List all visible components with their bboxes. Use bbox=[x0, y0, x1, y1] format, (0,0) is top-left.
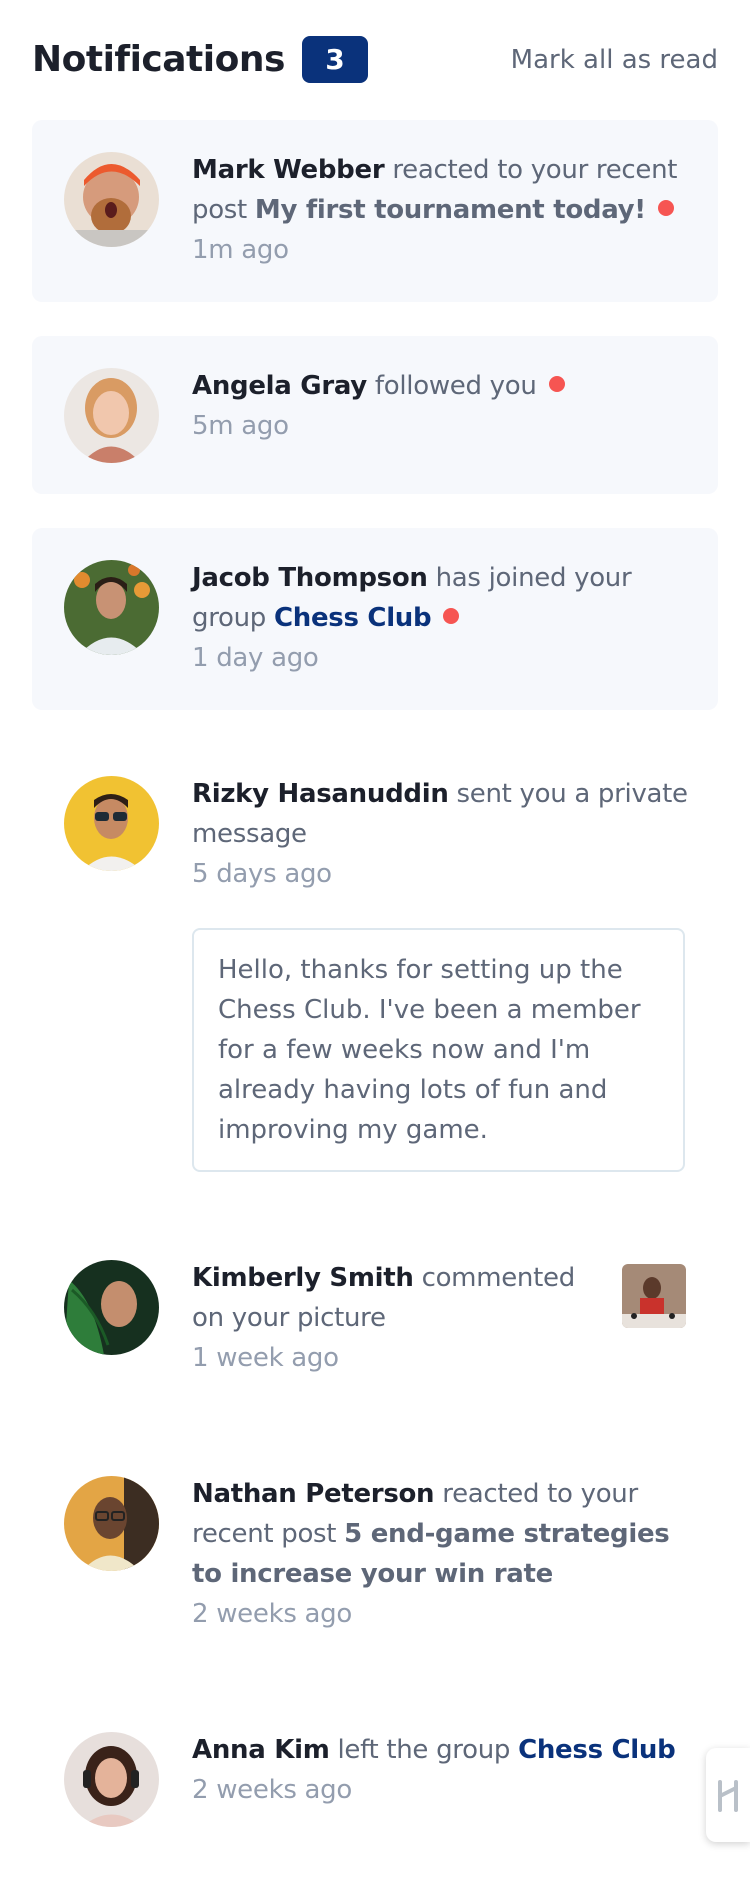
notification-text: Kimberly Smith commented on your picture… bbox=[192, 1258, 592, 1378]
notification-text: Nathan Peterson reacted to your recent p… bbox=[192, 1474, 692, 1634]
notification-item[interactable]: Mark Webber reacted to your recent post … bbox=[32, 120, 718, 302]
user-name[interactable]: Jacob Thompson bbox=[192, 563, 428, 593]
timestamp: 5 days ago bbox=[192, 859, 332, 889]
avatar[interactable] bbox=[64, 1260, 159, 1355]
avatar[interactable] bbox=[64, 1732, 159, 1827]
timestamp: 1 week ago bbox=[192, 1343, 339, 1373]
notification-action: followed you bbox=[374, 371, 537, 401]
widget-logo-icon bbox=[718, 1780, 738, 1812]
timestamp: 2 weeks ago bbox=[192, 1599, 352, 1629]
avatar[interactable] bbox=[64, 560, 159, 655]
avatar[interactable] bbox=[64, 152, 159, 247]
timestamp: 1 day ago bbox=[192, 643, 319, 673]
group-link[interactable]: Chess Club bbox=[518, 1735, 676, 1765]
private-message[interactable]: Hello, thanks for setting up the Chess C… bbox=[192, 928, 685, 1172]
avatar[interactable] bbox=[64, 1476, 159, 1571]
user-name[interactable]: Kimberly Smith bbox=[192, 1263, 414, 1293]
notification-action: left the group bbox=[337, 1735, 511, 1765]
avatar[interactable] bbox=[64, 368, 159, 463]
notification-text: Anna Kim left the group Chess Club 2 wee… bbox=[192, 1730, 692, 1810]
user-name[interactable]: Anna Kim bbox=[192, 1735, 330, 1765]
user-name[interactable]: Mark Webber bbox=[192, 155, 385, 185]
post-link[interactable]: My first tournament today! bbox=[255, 195, 646, 225]
notification-item[interactable]: Rizky Hasanuddin sent you a private mess… bbox=[32, 744, 718, 1174]
page-title: Notifications bbox=[32, 39, 285, 80]
notification-item[interactable]: Anna Kim left the group Chess Club 2 wee… bbox=[32, 1700, 718, 1860]
avatar[interactable] bbox=[64, 776, 159, 871]
timestamp: 5m ago bbox=[192, 411, 289, 441]
notification-item[interactable]: Nathan Peterson reacted to your recent p… bbox=[32, 1444, 718, 1644]
notification-text: Angela Gray followed you 5m ago bbox=[192, 366, 692, 446]
unread-dot bbox=[443, 608, 460, 624]
notification-text: Rizky Hasanuddin sent you a private mess… bbox=[192, 774, 692, 894]
user-name[interactable]: Nathan Peterson bbox=[192, 1479, 435, 1509]
unread-dot bbox=[548, 376, 565, 392]
group-link[interactable]: Chess Club bbox=[274, 603, 432, 633]
notification-item[interactable]: Angela Gray followed you 5m ago bbox=[32, 336, 718, 494]
unread-count-badge: 3 bbox=[302, 36, 368, 83]
unread-dot bbox=[657, 200, 674, 216]
notification-text: Jacob Thompson has joined your group Che… bbox=[192, 558, 692, 678]
side-widget-tab[interactable] bbox=[706, 1748, 750, 1842]
notification-item[interactable]: Jacob Thompson has joined your group Che… bbox=[32, 528, 718, 710]
user-name[interactable]: Rizky Hasanuddin bbox=[192, 779, 449, 809]
notification-text: Mark Webber reacted to your recent post … bbox=[192, 150, 692, 270]
notifications-header: Notifications 3 Mark all as read bbox=[32, 34, 718, 86]
timestamp: 1m ago bbox=[192, 235, 289, 265]
user-name[interactable]: Angela Gray bbox=[192, 371, 367, 401]
notification-item[interactable]: Kimberly Smith commented on your picture… bbox=[32, 1228, 718, 1408]
mark-all-read-button[interactable]: Mark all as read bbox=[511, 34, 718, 86]
timestamp: 2 weeks ago bbox=[192, 1775, 352, 1805]
commented-picture-thumbnail[interactable] bbox=[622, 1264, 686, 1328]
